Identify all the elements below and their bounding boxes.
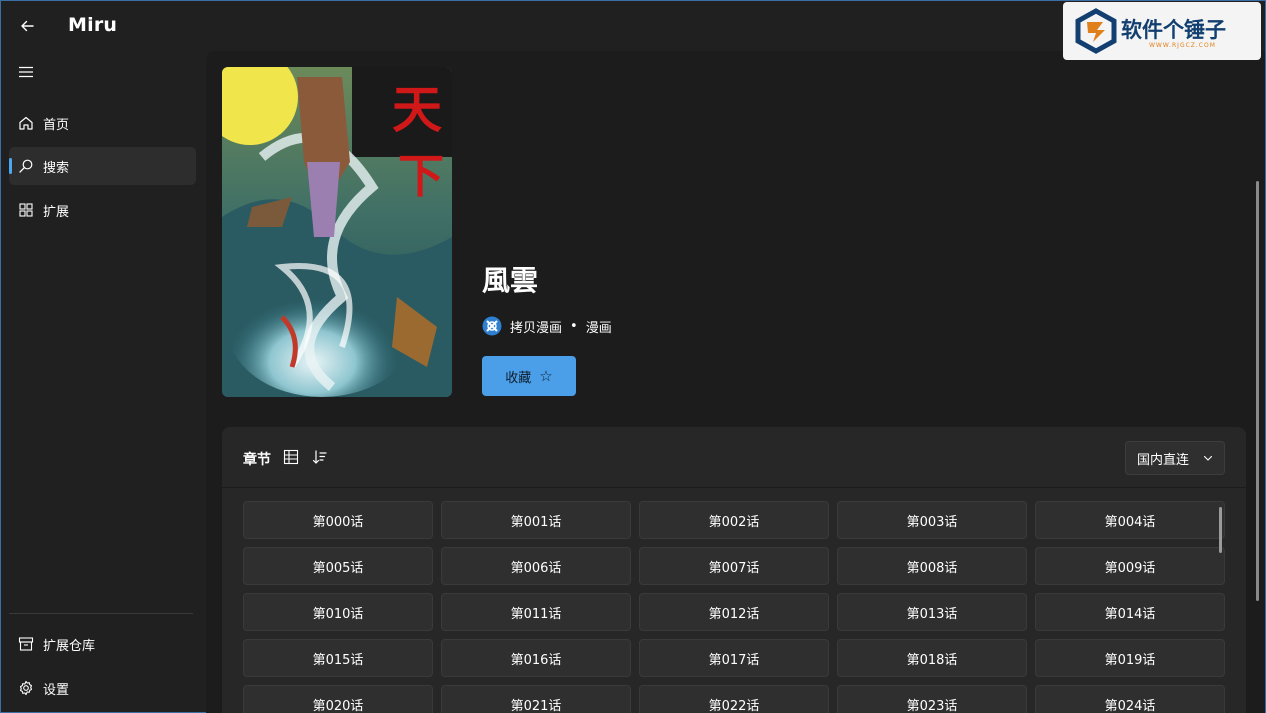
chapter-button[interactable]: 第017话 [639,639,829,677]
chapter-button[interactable]: 第011话 [441,593,631,631]
chevron-down-icon [1203,455,1213,461]
chapter-button[interactable]: 第004话 [1035,501,1225,539]
watermark-mark-icon [1075,8,1117,54]
menu-toggle-button[interactable] [9,57,43,87]
chapter-button[interactable]: 第016话 [441,639,631,677]
sidebar-item-extensions[interactable]: 扩展 [9,191,196,229]
chapters-panel: 章节 国内直连 第000话 第001话 第002话 第003话 第004话 第0… [222,427,1246,713]
extensions-icon [17,201,35,219]
sidebar-item-label: 扩展 [43,204,70,220]
chapter-grid: 第000话 第001话 第002话 第003话 第004话 第005话 第006… [243,501,1225,713]
gear-icon [17,679,35,697]
sidebar-item-label: 搜索 [43,160,70,176]
grid-view-toggle[interactable] [282,448,302,468]
separator-dot: • [570,318,578,334]
sidebar-item-settings[interactable]: 设置 [9,669,196,707]
chapter-button[interactable]: 第013话 [837,593,1027,631]
watermark-logo: 软件个锤子 WWW.RJGCZ.COM [1063,2,1261,60]
chapter-button[interactable]: 第001话 [441,501,631,539]
chapter-button[interactable]: 第006话 [441,547,631,585]
sidebar-divider [9,613,193,614]
sidebar-item-label: 扩展仓库 [43,638,96,654]
chapter-button[interactable]: 第003话 [837,501,1027,539]
app-title: Miru [68,14,118,36]
favorite-label: 收藏 [505,370,532,386]
repository-icon [17,635,35,653]
chapter-button[interactable]: 第021话 [441,685,631,713]
chapters-header: 章节 国内直连 [222,427,1246,488]
sidebar-item-repository[interactable]: 扩展仓库 [9,625,196,663]
favorite-button[interactable]: 收藏 ☆ [482,356,576,396]
chapter-button[interactable]: 第024话 [1035,685,1225,713]
chapter-button[interactable]: 第007话 [639,547,829,585]
source-logo-icon [482,316,502,336]
svg-text:下: 下 [398,149,444,203]
chapter-button[interactable]: 第022话 [639,685,829,713]
selection-indicator [9,158,12,174]
chapter-button[interactable]: 第009话 [1035,547,1225,585]
back-button[interactable] [11,11,43,41]
sort-toggle[interactable] [311,448,331,468]
search-icon [17,157,35,175]
home-icon [17,114,35,132]
sidebar-item-home[interactable]: 首页 [9,104,196,142]
chapter-button[interactable]: 第020话 [243,685,433,713]
chapter-button[interactable]: 第023话 [837,685,1027,713]
table-icon [283,449,299,465]
chapter-button[interactable]: 第018话 [837,639,1027,677]
hamburger-icon [19,66,33,78]
chapter-grid-scrollbar[interactable] [1219,507,1222,553]
route-select-value: 国内直连 [1137,452,1190,468]
route-select[interactable]: 国内直连 [1125,441,1225,475]
star-icon: ☆ [539,367,553,385]
chapter-button[interactable]: 第010话 [243,593,433,631]
source-name: 拷贝漫画 [510,320,563,336]
comic-title: 風雲 [482,264,539,297]
chapter-button[interactable]: 第014话 [1035,593,1225,631]
chapter-button[interactable]: 第012话 [639,593,829,631]
chapter-button[interactable]: 第008话 [837,547,1027,585]
watermark-url: WWW.RJGCZ.COM [1149,42,1216,49]
chapter-button[interactable]: 第019话 [1035,639,1225,677]
sort-icon [312,450,327,464]
sidebar-item-label: 设置 [43,682,70,698]
sidebar-item-search[interactable]: 搜索 [9,147,196,185]
sidebar-item-label: 首页 [43,117,70,133]
back-arrow-icon [21,20,34,32]
cover-image: 天 下 [222,67,452,397]
source-info: 拷贝漫画 • 漫画 [482,315,612,337]
content-type: 漫画 [585,320,612,336]
svg-text:天: 天 [392,80,442,139]
page-scrollbar[interactable] [1256,181,1259,601]
chapter-button[interactable]: 第015话 [243,639,433,677]
chapters-title: 章节 [243,452,271,468]
chapter-button[interactable]: 第000话 [243,501,433,539]
detail-content: 天 下 風雲 拷贝漫画 • 漫画 收藏 ☆ 章节 国内直连 第000话 第001… [206,51,1265,713]
chapter-button[interactable]: 第005话 [243,547,433,585]
chapter-button[interactable]: 第002话 [639,501,829,539]
watermark-name: 软件个锤子 [1121,18,1226,42]
